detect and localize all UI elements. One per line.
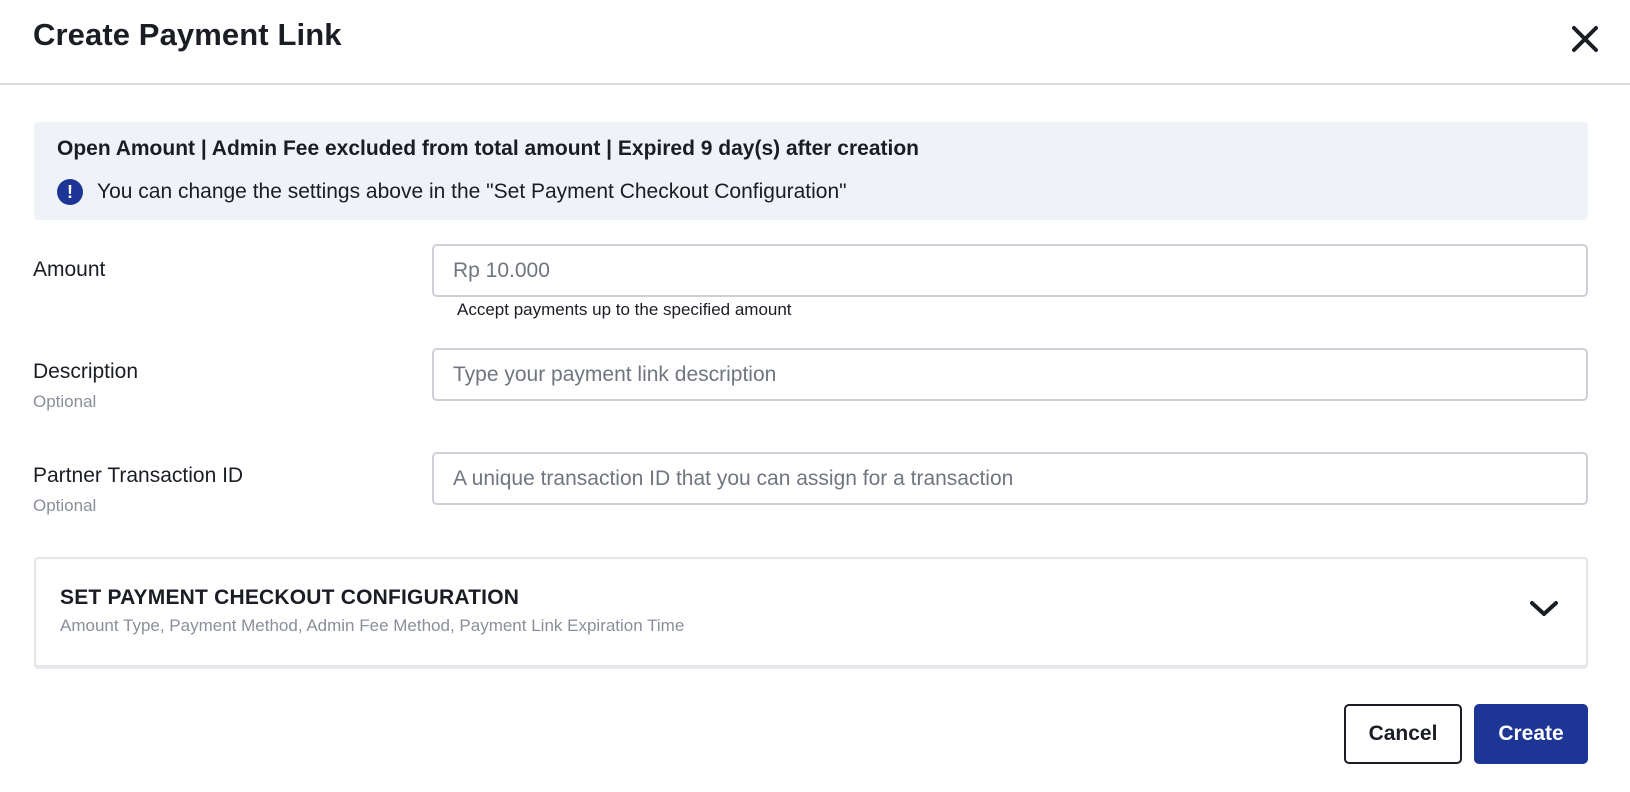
exclamation-icon: !: [57, 179, 83, 205]
close-button[interactable]: [1568, 22, 1602, 56]
info-summary: Open Amount | Admin Fee excluded from to…: [57, 137, 919, 160]
close-icon: [1572, 26, 1598, 52]
description-optional-label: Optional: [33, 392, 97, 411]
description-label: Description: [33, 360, 139, 383]
amount-label: Amount: [33, 258, 106, 281]
partner-transaction-id-input[interactable]: [432, 452, 1588, 505]
description-input[interactable]: [432, 348, 1588, 401]
info-note: You can change the settings above in the…: [97, 180, 847, 203]
partner-transaction-id-label: Partner Transaction ID: [33, 464, 244, 487]
cancel-button[interactable]: Cancel: [1344, 704, 1462, 764]
config-title: SET PAYMENT CHECKOUT CONFIGURATION: [60, 586, 520, 609]
info-banner: Open Amount | Admin Fee excluded from to…: [34, 122, 1588, 220]
info-note-row: ! You can change the settings above in t…: [57, 179, 847, 205]
config-subtitle: Amount Type, Payment Method, Admin Fee M…: [60, 616, 685, 635]
create-button[interactable]: Create: [1474, 704, 1588, 764]
dialog-title: Create Payment Link: [33, 17, 342, 52]
amount-helper-text: Accept payments up to the specified amou…: [457, 300, 792, 319]
dialog-header: Create Payment Link: [0, 0, 1630, 85]
partner-transaction-id-optional-label: Optional: [33, 496, 97, 515]
amount-input[interactable]: [432, 244, 1588, 297]
chevron-down-icon[interactable]: [1529, 599, 1559, 619]
checkout-configuration-panel[interactable]: SET PAYMENT CHECKOUT CONFIGURATION Amoun…: [34, 557, 1588, 667]
